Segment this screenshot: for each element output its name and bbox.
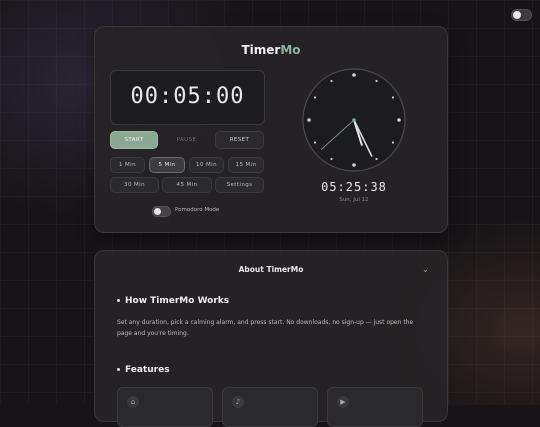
- sound-icon: ♪: [232, 396, 244, 408]
- pomodoro-label: Pomodoro Mode: [175, 207, 220, 213]
- features-heading: Features: [117, 365, 170, 375]
- start-button[interactable]: START: [110, 131, 158, 149]
- preset-1-min[interactable]: 1 Min: [110, 157, 145, 173]
- countdown-display: 00:05:00: [110, 70, 265, 125]
- countdown-time: 00:05:00: [130, 84, 245, 109]
- preset-45-min[interactable]: 45 Min: [162, 177, 212, 193]
- analog-clock: [302, 68, 406, 172]
- brand-name-main: Timer: [241, 43, 281, 57]
- how-it-works-text: Set any duration, pick a calming alarm, …: [117, 319, 414, 337]
- clock-tick: [391, 141, 395, 144]
- clock-tick: [375, 79, 378, 83]
- brand-title: TimerMo: [95, 43, 447, 57]
- clock-tick: [375, 157, 378, 161]
- chevron-down-icon[interactable]: ⌄: [422, 265, 429, 274]
- home-icon: ⌂: [127, 396, 139, 408]
- clock-tick: [330, 157, 333, 161]
- how-it-works-heading: How TimerMo Works: [117, 296, 229, 306]
- preset-15-min[interactable]: 15 Min: [228, 157, 264, 173]
- pomodoro-toggle[interactable]: [152, 206, 171, 217]
- volume-icon: ▶: [337, 396, 349, 408]
- reset-button[interactable]: RESET: [215, 131, 264, 149]
- clock-tick: [313, 141, 317, 144]
- clock-tick: [352, 73, 356, 77]
- about-title[interactable]: About TimerMo: [95, 265, 447, 274]
- pause-button[interactable]: PAUSE: [163, 131, 210, 149]
- brand-name-accent: Mo: [280, 43, 301, 57]
- timer-card: TimerMo 00:05:00 START PAUSE RESET 1 Min…: [94, 26, 448, 233]
- clock-tick: [330, 79, 333, 83]
- clock-tick: [397, 118, 401, 122]
- clock-tick: [307, 118, 311, 122]
- feature-card: ⌂: [117, 387, 213, 427]
- clock-date: Sun, Jul 12: [339, 197, 369, 203]
- clock-tick: [391, 96, 395, 99]
- theme-toggle[interactable]: [511, 9, 532, 21]
- how-it-works-title: How TimerMo Works: [125, 296, 230, 306]
- preset-10-min[interactable]: 10 Min: [189, 157, 224, 173]
- feature-card: ♪: [222, 387, 318, 427]
- features-title: Features: [125, 365, 170, 375]
- clock-tick: [352, 163, 356, 167]
- toggle-knob: [154, 208, 161, 215]
- bullet-icon: [117, 368, 120, 371]
- clock-center: [352, 118, 356, 122]
- preset-5-min[interactable]: 5 Min: [149, 157, 185, 173]
- toggle-knob: [513, 11, 521, 19]
- about-card: About TimerMo ⌄ How TimerMo Works Set an…: [94, 250, 448, 427]
- feature-card: ▶: [327, 387, 423, 427]
- preset-30-min[interactable]: 30 Min: [110, 177, 159, 193]
- settings-button[interactable]: Settings: [215, 177, 264, 193]
- digital-clock: 05:25:38: [321, 180, 387, 194]
- clock-tick: [313, 96, 317, 99]
- bullet-icon: [117, 299, 120, 302]
